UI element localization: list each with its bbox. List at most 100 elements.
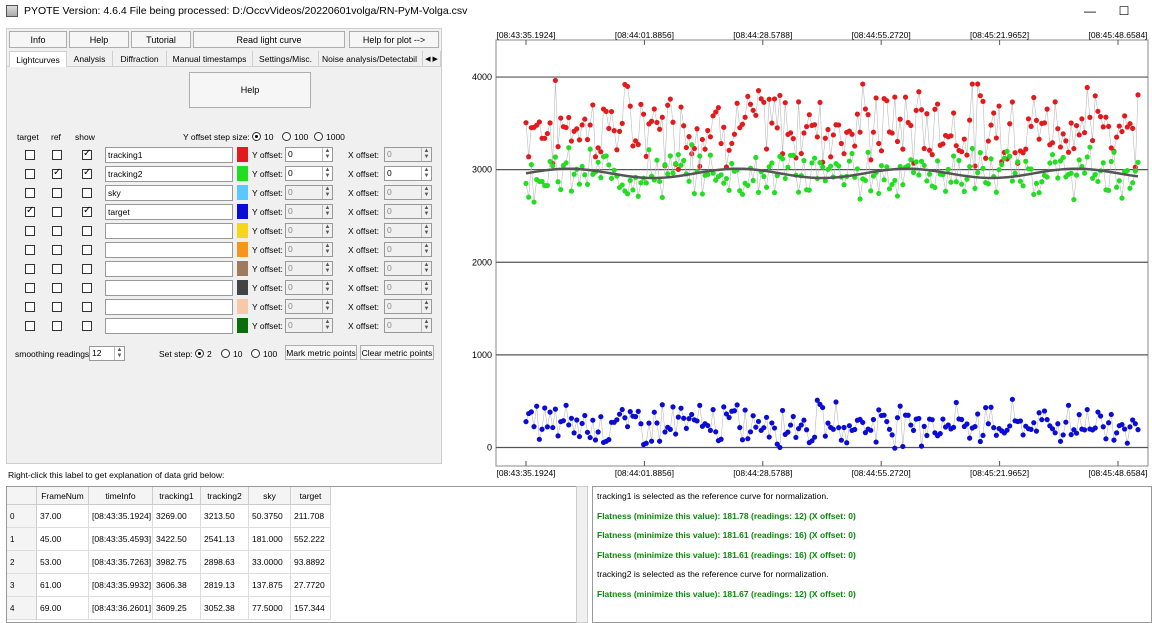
spin-arrows-icon[interactable]: ▲ ▼ xyxy=(421,148,431,161)
table-cell[interactable]: 3213.50 xyxy=(201,505,249,528)
table-column-header[interactable]: tracking2 xyxy=(201,487,249,505)
target-checkbox[interactable] xyxy=(25,226,35,236)
target-checkbox[interactable] xyxy=(25,150,35,160)
target-checkbox[interactable] xyxy=(25,321,35,331)
y-step-1000-radio[interactable] xyxy=(314,132,323,141)
curve-name-field[interactable] xyxy=(105,318,233,334)
curve-color-swatch[interactable] xyxy=(237,318,248,333)
show-checkbox[interactable] xyxy=(82,302,92,312)
spin-arrows-icon[interactable]: ▲ ▼ xyxy=(421,167,431,180)
table-cell[interactable]: [08:43:36.2601] xyxy=(89,597,153,620)
spin-arrows-icon[interactable]: ▲ ▼ xyxy=(421,224,431,237)
show-checkbox[interactable] xyxy=(82,264,92,274)
x-offset-input[interactable]: 0 ▲ ▼ xyxy=(384,204,432,219)
ref-checkbox[interactable] xyxy=(52,226,62,236)
spin-arrows-icon[interactable]: ▲ ▼ xyxy=(322,205,332,218)
table-cell[interactable]: 61.00 xyxy=(37,574,89,597)
info-button[interactable]: Info xyxy=(9,31,67,48)
table-row-header[interactable]: 0 xyxy=(7,505,37,528)
spin-arrows-icon[interactable]: ▲ ▼ xyxy=(322,243,332,256)
table-cell[interactable]: 3609.25 xyxy=(153,597,201,620)
table-cell[interactable]: [08:43:35.1924] xyxy=(89,505,153,528)
table-row-header[interactable]: 4 xyxy=(7,597,37,620)
target-checkbox[interactable] xyxy=(25,169,35,179)
show-checkbox[interactable] xyxy=(82,148,92,160)
spin-arrows-icon[interactable]: ▲ ▼ xyxy=(322,167,332,180)
spin-arrows-icon[interactable]: ▲ ▼ xyxy=(421,281,431,294)
curve-name-field[interactable]: target xyxy=(105,204,233,220)
table-cell[interactable]: 37.00 xyxy=(37,505,89,528)
table-cell[interactable]: 137.875 xyxy=(249,574,291,597)
maximize-button[interactable]: ☐ xyxy=(1116,3,1132,19)
tab-scroll-arrows[interactable]: ◀ ▶ xyxy=(423,51,441,67)
set-step-100-radio[interactable] xyxy=(251,349,260,358)
help-button[interactable]: Help xyxy=(69,31,129,48)
spin-arrows-icon[interactable]: ▲ ▼ xyxy=(421,319,431,332)
spin-arrows-icon[interactable]: ▲ ▼ xyxy=(322,148,332,161)
grid-hint-label[interactable]: Right-click this label to get explanatio… xyxy=(8,470,224,480)
x-offset-input[interactable]: 0 ▲ ▼ xyxy=(384,166,432,181)
target-checkbox[interactable] xyxy=(25,302,35,312)
spin-arrows-icon[interactable]: ▲ ▼ xyxy=(421,205,431,218)
spin-arrows-icon[interactable]: ▲ ▼ xyxy=(421,186,431,199)
table-cell[interactable]: [08:43:35.9932] xyxy=(89,574,153,597)
show-checkbox[interactable] xyxy=(82,321,92,331)
table-cell[interactable]: 3422.50 xyxy=(153,528,201,551)
ref-checkbox[interactable] xyxy=(52,207,62,217)
show-checkbox[interactable] xyxy=(82,167,92,179)
table-column-header[interactable]: tracking1 xyxy=(153,487,201,505)
y-offset-input[interactable]: 0 ▲ ▼ xyxy=(285,166,333,181)
tab-settings[interactable]: Settings/Misc. xyxy=(253,51,319,67)
table-cell[interactable]: 3269.00 xyxy=(153,505,201,528)
spin-arrows-icon[interactable]: ▲ ▼ xyxy=(421,300,431,313)
tab-manual-timestamps[interactable]: Manual timestamps xyxy=(167,51,253,67)
table-column-header[interactable]: sky xyxy=(249,487,291,505)
table-cell[interactable]: 552.222 xyxy=(291,528,331,551)
curve-name-field[interactable] xyxy=(105,261,233,277)
x-offset-input[interactable]: 0 ▲ ▼ xyxy=(384,147,432,162)
x-offset-input[interactable]: 0 ▲ ▼ xyxy=(384,318,432,333)
ref-checkbox[interactable] xyxy=(52,245,62,255)
spin-arrows-icon[interactable]: ▲ ▼ xyxy=(421,243,431,256)
target-checkbox[interactable] xyxy=(25,205,35,217)
curve-name-field[interactable] xyxy=(105,242,233,258)
tab-diffraction[interactable]: Diffraction xyxy=(113,51,167,67)
curve-color-swatch[interactable] xyxy=(237,261,248,276)
table-cell[interactable]: 33.0000 xyxy=(249,551,291,574)
ref-checkbox[interactable] xyxy=(52,150,62,160)
y-offset-input[interactable]: 0 ▲ ▼ xyxy=(285,204,333,219)
spin-arrows-icon[interactable]: ▲ ▼ xyxy=(114,347,124,360)
spin-arrows-icon[interactable]: ▲ ▼ xyxy=(322,281,332,294)
target-checkbox[interactable] xyxy=(25,245,35,255)
y-offset-input[interactable]: 0 ▲ ▼ xyxy=(285,318,333,333)
table-cell[interactable]: 2819.13 xyxy=(201,574,249,597)
x-offset-input[interactable]: 0 ▲ ▼ xyxy=(384,185,432,200)
ref-checkbox[interactable] xyxy=(52,264,62,274)
spin-arrows-icon[interactable]: ▲ ▼ xyxy=(322,300,332,313)
ref-checkbox[interactable] xyxy=(52,188,62,198)
ref-checkbox[interactable] xyxy=(52,167,62,179)
table-cell[interactable]: 2898.63 xyxy=(201,551,249,574)
y-offset-input[interactable]: 0 ▲ ▼ xyxy=(285,299,333,314)
curve-color-swatch[interactable] xyxy=(237,204,248,219)
table-column-header[interactable]: target xyxy=(291,487,331,505)
table-cell[interactable]: 3982.75 xyxy=(153,551,201,574)
lightcurve-plot[interactable]: 0 1000 2000 3000 4000 [08:43:35.1924] [08:43:3… xyxy=(462,28,1152,478)
y-step-100-radio[interactable] xyxy=(282,132,291,141)
curve-color-swatch[interactable] xyxy=(237,223,248,238)
spin-arrows-icon[interactable]: ▲ ▼ xyxy=(322,186,332,199)
table-scrollbar[interactable] xyxy=(576,486,588,623)
target-checkbox[interactable] xyxy=(25,283,35,293)
curve-color-swatch[interactable] xyxy=(237,147,248,162)
curve-name-field[interactable] xyxy=(105,280,233,296)
table-cell[interactable]: 211.708 xyxy=(291,505,331,528)
x-offset-input[interactable]: 0 ▲ ▼ xyxy=(384,299,432,314)
curve-name-field[interactable]: sky xyxy=(105,185,233,201)
tutorial-button[interactable]: Tutorial xyxy=(131,31,191,48)
table-cell[interactable]: 2541.13 xyxy=(201,528,249,551)
ref-checkbox[interactable] xyxy=(52,302,62,312)
curve-name-field[interactable]: tracking1 xyxy=(105,147,233,163)
ref-checkbox[interactable] xyxy=(52,321,62,331)
table-cell[interactable]: 50.3750 xyxy=(249,505,291,528)
table-cell[interactable]: 27.7720 xyxy=(291,574,331,597)
